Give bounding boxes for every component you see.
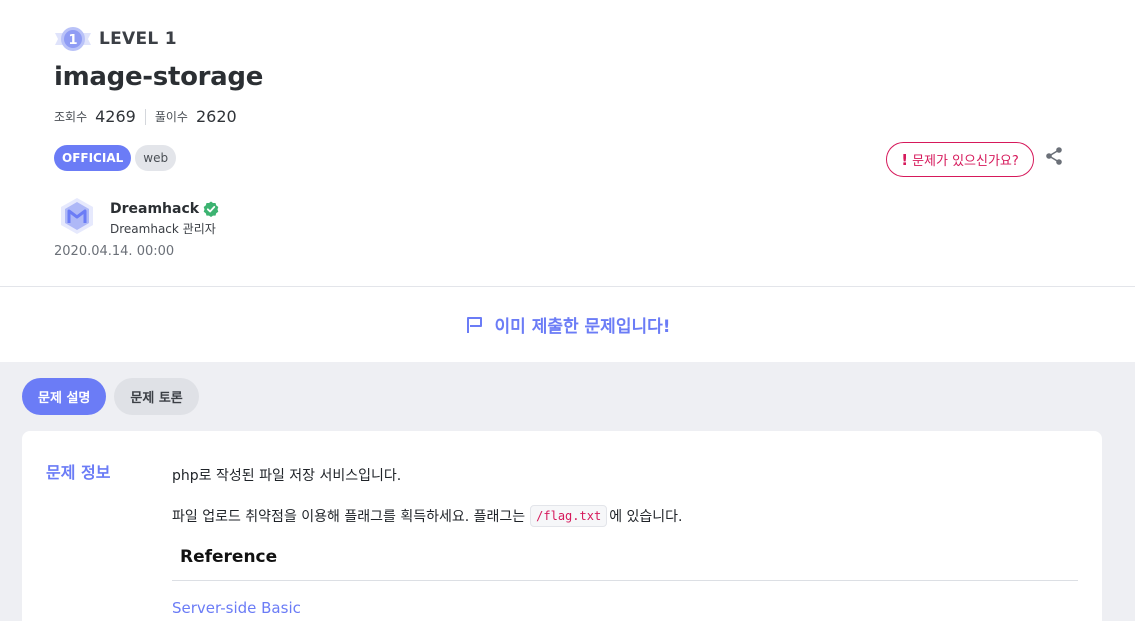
flag-path-code: /flag.txt (530, 505, 608, 527)
author-role: Dreamhack 관리자 (110, 222, 216, 236)
solves-label: 풀이수 (154, 110, 188, 124)
tag-official[interactable]: OFFICIAL (54, 145, 132, 171)
dreamhack-logo (61, 198, 93, 234)
challenge-stats: 조회수 4269 풀이수 2620 (54, 107, 237, 126)
solves-count: 2620 (195, 107, 237, 126)
reference-divider (172, 580, 1078, 581)
level-badge-icon: 1 (55, 27, 91, 51)
description-line-1: php로 작성된 파일 저장 서비스입니다. (172, 468, 402, 484)
verified-check-icon (203, 201, 219, 217)
views-label: 조회수 (54, 110, 88, 124)
report-problem-button[interactable]: ! 문제가 있으신가요? (886, 142, 1034, 177)
author-block[interactable]: Dreamhack Dreamhack 관리자 (58, 196, 219, 237)
reference-link[interactable]: Server-side Basic (172, 599, 1078, 617)
stats-divider (144, 108, 146, 125)
publish-date: 2020.04.14. 00:00 (54, 244, 175, 259)
challenge-info-card: 문제 정보 php로 작성된 파일 저장 서비스입니다. 파일 업로드 취약점을… (22, 431, 1102, 621)
description-line-2: 파일 업로드 취약점을 이용해 플래그를 획득하세요. 플래그는 /flag.t… (172, 505, 1078, 527)
author-name-row: Dreamhack (110, 201, 219, 217)
tab-discussion[interactable]: 문제 토론 (114, 378, 199, 415)
exclamation-icon: ! (901, 150, 909, 169)
tag-list: OFFICIAL web (54, 145, 177, 171)
challenge-description: php로 작성된 파일 저장 서비스입니다. 파일 업로드 취약점을 이용해 플… (172, 465, 1078, 617)
challenge-header: 1 LEVEL 1 image-storage 조회수 4269 풀이수 262… (0, 0, 1135, 287)
author-info: Dreamhack Dreamhack 관리자 (110, 196, 219, 237)
challenge-page: 1 LEVEL 1 image-storage 조회수 4269 풀이수 262… (0, 0, 1135, 621)
tag-web[interactable]: web (135, 145, 177, 171)
report-problem-label: 문제가 있으신가요? (912, 154, 1019, 169)
author-name: Dreamhack (110, 201, 200, 217)
submitted-banner: 이미 제출한 문제입니다! (0, 287, 1135, 362)
level-label: LEVEL 1 (99, 29, 177, 49)
level-indicator: 1 LEVEL 1 (54, 26, 177, 52)
section-label: 문제 정보 (46, 463, 111, 482)
views-count: 4269 (95, 107, 136, 126)
description-line-2-tail: 에 있습니다. (609, 509, 683, 525)
challenge-body: 문제 설명 문제 토론 문제 정보 php로 작성된 파일 저장 서비스입니다.… (0, 362, 1135, 621)
challenge-tabs: 문제 설명 문제 토론 (22, 378, 199, 415)
tab-description[interactable]: 문제 설명 (22, 378, 107, 415)
challenge-title: image-storage (54, 62, 264, 92)
svg-text:1: 1 (68, 33, 77, 48)
description-line-2-text: 파일 업로드 취약점을 이용해 플래그를 획득하세요. 플래그는 (172, 509, 526, 525)
flag-icon (466, 316, 482, 333)
share-icon[interactable] (1044, 146, 1064, 166)
submitted-banner-text: 이미 제출한 문제입니다! (494, 317, 671, 337)
reference-heading: Reference (180, 547, 278, 567)
